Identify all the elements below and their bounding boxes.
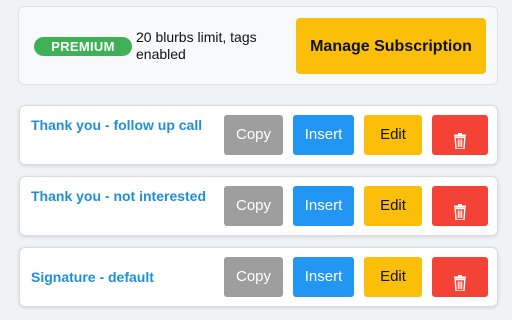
blurb-title: Thank you - follow up call xyxy=(31,117,203,133)
copy-button[interactable]: Copy xyxy=(224,257,283,297)
insert-button[interactable]: Insert xyxy=(293,186,354,226)
edit-button[interactable]: Edit xyxy=(364,257,422,297)
blurb-row: Thank you - not interested Copy Insert E… xyxy=(19,176,498,236)
copy-button[interactable]: Copy xyxy=(224,115,283,155)
blurb-row: Thank you - follow up call Copy Insert E… xyxy=(19,105,498,165)
edit-button[interactable]: Edit xyxy=(364,115,422,155)
insert-button[interactable]: Insert xyxy=(293,257,354,297)
copy-button[interactable]: Copy xyxy=(224,186,283,226)
subscription-card: PREMIUM 20 blurbs limit, tags enabled Ma… xyxy=(18,6,498,85)
manage-subscription-button[interactable]: Manage Subscription xyxy=(296,18,486,74)
blurb-title: Signature - default xyxy=(31,269,154,285)
premium-badge: PREMIUM xyxy=(34,37,132,56)
trash-icon xyxy=(454,132,466,149)
delete-button[interactable] xyxy=(432,186,488,226)
insert-button[interactable]: Insert xyxy=(293,115,354,155)
blurb-title: Thank you - not interested xyxy=(31,188,207,204)
delete-button[interactable] xyxy=(432,115,488,155)
trash-icon xyxy=(454,274,466,291)
blurb-row: Signature - default Copy Insert Edit xyxy=(19,247,498,307)
delete-button[interactable] xyxy=(432,257,488,297)
edit-button[interactable]: Edit xyxy=(364,186,422,226)
plan-description: 20 blurbs limit, tags enabled xyxy=(136,29,257,62)
trash-icon xyxy=(454,203,466,220)
